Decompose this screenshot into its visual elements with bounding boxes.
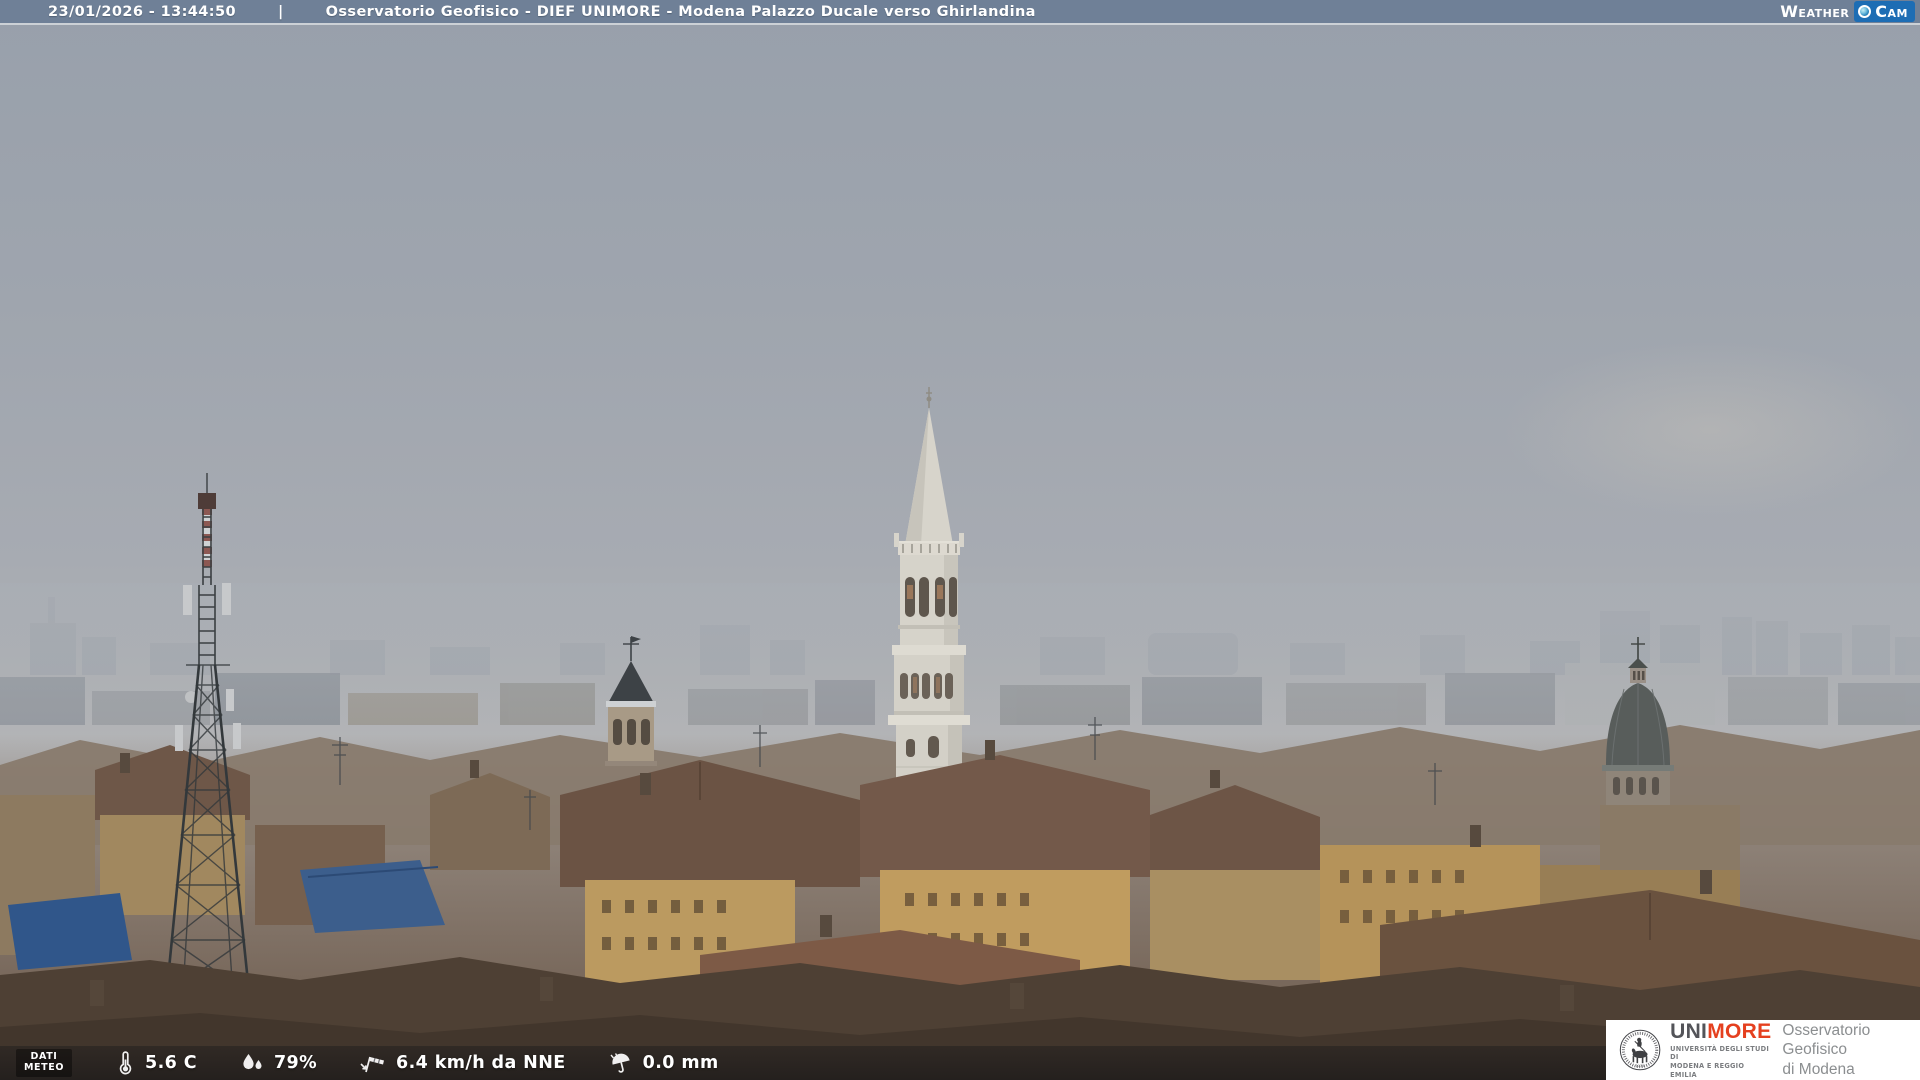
humidity-item: 79%: [239, 1051, 317, 1075]
weathercam-cam-text: Cam: [1875, 2, 1908, 21]
unimore-wordmark: UNIMORE UNIVERSITÀ DEGLI STUDI DI MODENA…: [1670, 1021, 1771, 1079]
weathercam-cam-badge: Cam: [1854, 1, 1915, 22]
dati-meteo-line2: METEO: [24, 1062, 64, 1073]
rain-value: 0.0 mm: [642, 1053, 719, 1073]
unimore-subtitle-line2: MODENA E REGGIO EMILIA: [1670, 1062, 1745, 1079]
datetime-text: 23/01/2026 - 13:44:50: [48, 3, 236, 20]
temperature-item: 5.6 C: [114, 1051, 197, 1075]
unimore-more-text: MORE: [1707, 1019, 1772, 1043]
wind-item: 6.4 km/h da NNE: [359, 1051, 566, 1075]
webcam-photo-scene: [0, 387, 1920, 1080]
observatory-name-line2: di Modena: [1782, 1060, 1855, 1078]
observatory-name-line1: Osservatorio Geofisico: [1782, 1021, 1871, 1059]
rain-icon: [610, 1053, 630, 1073]
temperature-value: 5.6 C: [145, 1053, 197, 1073]
rain-item: 0.0 mm: [608, 1051, 719, 1075]
unimore-subtitle-line1: UNIVERSITÀ DEGLI STUDI DI: [1670, 1044, 1770, 1062]
unimore-seal-year: 1175: [1636, 1064, 1645, 1068]
humidity-value: 79%: [273, 1053, 318, 1073]
camera-title: Osservatorio Geofisico - DIEF UNIMORE - …: [325, 3, 1036, 20]
webcam-page: 23/01/2026 - 13:44:50 | Osservatorio Geo…: [0, 0, 1920, 1080]
unimore-logo[interactable]: 1175 UNIMORE UNIVERSITÀ DEGLI STUDI DI M…: [1606, 1020, 1920, 1080]
top-bar: 23/01/2026 - 13:44:50 | Osservatorio Geo…: [0, 0, 1920, 25]
weathercam-weather-text: Weather: [1780, 2, 1850, 21]
wind-value: 6.4 km/h da NNE: [396, 1053, 566, 1073]
humidity-icon: [243, 1054, 262, 1070]
camera-lens-icon: [1858, 5, 1872, 18]
thermometer-icon: [119, 1051, 132, 1075]
webcam-photo: [0, 0, 1920, 1080]
observatory-name: Osservatorio Geofisico di Modena: [1782, 1021, 1920, 1079]
weathercam-logo[interactable]: Weather Cam: [1780, 1, 1915, 22]
unimore-subtitle: UNIVERSITÀ DEGLI STUDI DI MODENA E REGGI…: [1670, 1045, 1771, 1079]
unimore-uni-text: UNI: [1670, 1019, 1708, 1043]
wind-icon: [360, 1056, 385, 1073]
dati-meteo-label: DATI METEO: [16, 1049, 72, 1077]
separator: |: [277, 3, 284, 20]
unimore-seal-icon: 1175: [1619, 1029, 1661, 1071]
